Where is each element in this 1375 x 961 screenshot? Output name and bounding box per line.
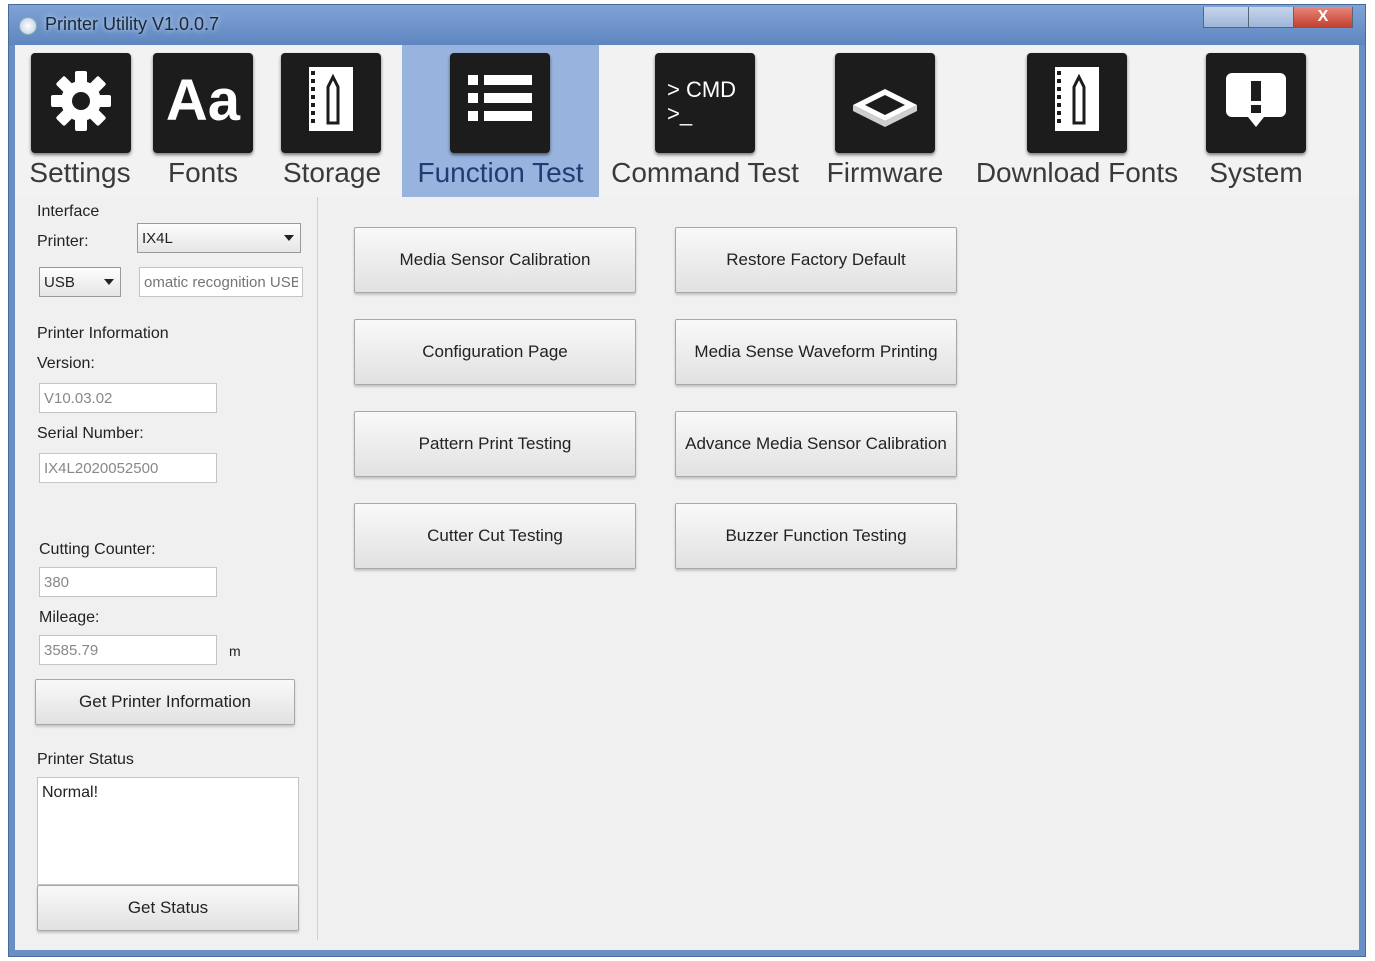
tab-label: Fonts: [167, 157, 239, 188]
tab-label: System: [1209, 157, 1303, 188]
printer-select[interactable]: IX4L: [137, 223, 301, 253]
cmd-icon: > CMD >_: [655, 53, 755, 153]
tab-label: Storage: [282, 157, 382, 188]
pattern-print-testing-button[interactable]: Pattern Print Testing: [354, 411, 636, 477]
printer-label: Printer:: [37, 233, 89, 250]
media-sense-waveform-printing-button[interactable]: Media Sense Waveform Printing: [675, 319, 957, 385]
port-select-value: USB: [44, 274, 75, 291]
download-fonts-icon: [1027, 53, 1127, 153]
cutter-cut-testing-button[interactable]: Cutter Cut Testing: [354, 503, 636, 569]
auto-recognition-field[interactable]: [139, 267, 303, 297]
tab-command-test[interactable]: > CMD >_ Command Test: [605, 45, 805, 197]
client-area: Settings Aa Fonts Storage Function Test …: [15, 45, 1359, 950]
printer-status-box[interactable]: Normal!: [37, 777, 299, 885]
window-title: Printer Utility V1.0.0.7: [45, 14, 220, 34]
title-bar[interactable]: Printer Utility V1.0.0.7 X: [9, 5, 1365, 45]
tab-storage[interactable]: Storage: [267, 45, 397, 197]
printer-select-value: IX4L: [142, 230, 173, 247]
tab-label: Settings: [29, 157, 131, 188]
printer-status-label: Printer Status: [37, 751, 134, 768]
restore-factory-default-button[interactable]: Restore Factory Default: [675, 227, 957, 293]
tab-firmware[interactable]: Firmware: [815, 45, 955, 197]
font-aa-icon: Aa: [153, 53, 253, 153]
prompt-text: >_: [667, 101, 693, 126]
close-button[interactable]: X: [1293, 7, 1353, 28]
window-controls: X: [1203, 7, 1353, 29]
get-status-button[interactable]: Get Status: [37, 885, 299, 931]
chevron-down-icon: [284, 235, 294, 241]
app-window: Printer Utility V1.0.0.7 X Settings Aa F…: [8, 4, 1366, 957]
interface-label: Interface: [37, 203, 100, 220]
serial-field[interactable]: IX4L2020052500: [39, 453, 217, 483]
tab-label: Function Test: [417, 157, 584, 188]
chip-icon: [835, 53, 935, 153]
minimize-button[interactable]: [1203, 7, 1249, 28]
tab-system[interactable]: System: [1191, 45, 1321, 197]
cutting-counter-field[interactable]: 380: [39, 567, 217, 597]
version-label: Version:: [37, 355, 95, 372]
serial-label: Serial Number:: [37, 425, 144, 442]
get-printer-information-button[interactable]: Get Printer Information: [35, 679, 295, 725]
mileage-field[interactable]: 3585.79: [39, 635, 217, 665]
app-icon: [19, 17, 37, 35]
port-select[interactable]: USB: [39, 267, 121, 297]
mileage-label: Mileage:: [39, 609, 100, 626]
maximize-button[interactable]: [1248, 7, 1294, 28]
tab-settings[interactable]: Settings: [15, 45, 145, 197]
left-panel: Interface Printer: IX4L USB Printer Info…: [15, 197, 318, 940]
mileage-unit: m: [229, 643, 241, 659]
tab-label: Download Fonts: [975, 157, 1179, 188]
tab-download-fonts[interactable]: Download Fonts: [972, 45, 1182, 197]
printer-info-label: Printer Information: [37, 325, 169, 342]
function-test-panel: Media Sensor Calibration Restore Factory…: [318, 197, 1359, 940]
tab-function-test[interactable]: Function Test: [402, 45, 599, 197]
storage-icon: [281, 53, 381, 153]
font-aa-glyph: Aa: [165, 68, 241, 133]
version-field[interactable]: V10.03.02: [39, 383, 217, 413]
alert-icon: [1206, 53, 1306, 153]
cutting-counter-label: Cutting Counter:: [39, 541, 156, 558]
advance-media-sensor-calibration-button[interactable]: Advance Media Sensor Calibration: [675, 411, 957, 477]
chevron-down-icon: [104, 279, 114, 285]
cmd-text: > CMD: [667, 77, 737, 102]
gear-icon: [31, 53, 131, 153]
main-toolbar: Settings Aa Fonts Storage Function Test …: [15, 45, 1359, 197]
list-icon: [450, 53, 550, 153]
buzzer-function-testing-button[interactable]: Buzzer Function Testing: [675, 503, 957, 569]
tab-label: Firmware: [826, 157, 944, 188]
media-sensor-calibration-button[interactable]: Media Sensor Calibration: [354, 227, 636, 293]
configuration-page-button[interactable]: Configuration Page: [354, 319, 636, 385]
tab-fonts[interactable]: Aa Fonts: [147, 45, 259, 197]
tab-label: Command Test: [611, 157, 799, 188]
